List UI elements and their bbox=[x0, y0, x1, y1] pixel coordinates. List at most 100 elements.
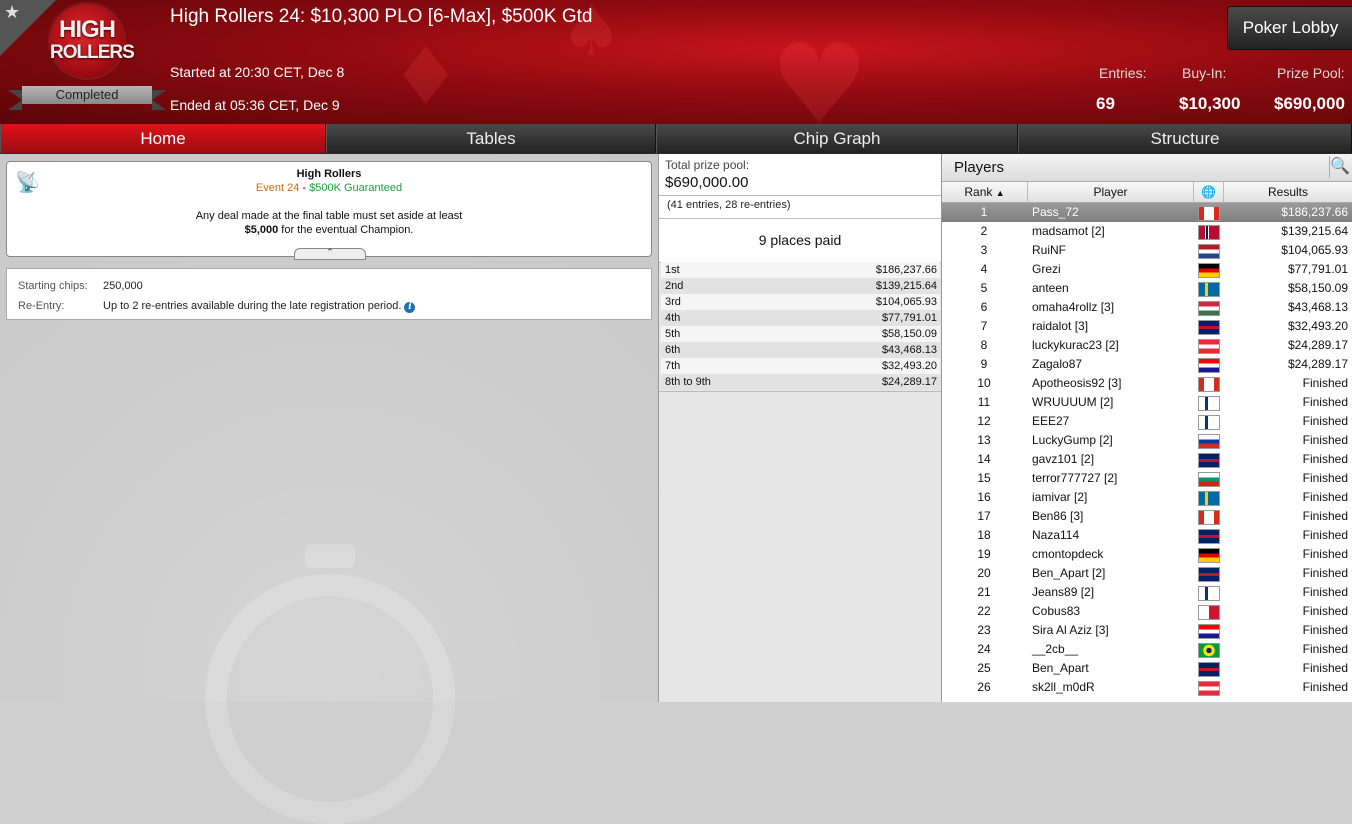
poker-lobby-button[interactable]: Poker Lobby bbox=[1227, 6, 1352, 50]
tab-structure[interactable]: Structure bbox=[1018, 124, 1352, 153]
country-flag-icon bbox=[1198, 244, 1220, 259]
home-panel: 📡 High Rollers Event 24 - $500K Guarante… bbox=[0, 154, 658, 824]
player-result: $104,065.93 bbox=[1281, 243, 1348, 257]
player-row[interactable]: 21 Jeans89 [2] Finished bbox=[942, 583, 1352, 602]
player-result: Finished bbox=[1302, 547, 1348, 561]
payout-amount: $77,791.01 bbox=[881, 312, 937, 324]
player-row[interactable]: 23 Sira Al Aziz [3] Finished bbox=[942, 621, 1352, 640]
player-row[interactable]: 10 Apotheosis92 [3] Finished bbox=[942, 374, 1352, 393]
start-time: Started at 20:30 CET, Dec 8 bbox=[170, 64, 345, 80]
player-row[interactable]: 9 Zagalo87 $24,289.17 bbox=[942, 355, 1352, 374]
chevron-up-icon: ⌃ bbox=[326, 248, 334, 258]
player-name: madsamot [2] bbox=[1032, 224, 1105, 238]
player-row[interactable]: 19 cmontopdeck Finished bbox=[942, 545, 1352, 564]
payout-amount: $32,493.20 bbox=[881, 360, 937, 372]
watermark-stopwatch bbox=[205, 574, 455, 824]
notice-text-line2: for the eventual Champion. bbox=[278, 224, 414, 236]
diamond-decoration: ♦ bbox=[390, 30, 462, 123]
player-name: Naza114 bbox=[1032, 528, 1080, 542]
country-flag-icon bbox=[1198, 263, 1220, 278]
payout-row: 7th $32,493.20 bbox=[661, 358, 940, 374]
player-row[interactable]: 24 __2cb__ Finished bbox=[942, 640, 1352, 659]
player-row[interactable]: 5 anteen $58,150.09 bbox=[942, 279, 1352, 298]
search-icon[interactable]: 🔍 bbox=[1329, 156, 1350, 178]
logo-line1: HIGH bbox=[59, 16, 116, 43]
player-result: Finished bbox=[1302, 623, 1348, 637]
buyin-value: $10,300 bbox=[1179, 94, 1241, 113]
player-result: Finished bbox=[1302, 490, 1348, 504]
player-row[interactable]: 16 iamivar [2] Finished bbox=[942, 488, 1352, 507]
player-name: Sira Al Aziz [3] bbox=[1032, 623, 1109, 637]
player-column-header[interactable]: Player bbox=[1028, 182, 1194, 202]
player-row[interactable]: 1 Pass_72 $186,237.66 bbox=[942, 203, 1352, 222]
player-name: anteen bbox=[1032, 281, 1069, 295]
player-row[interactable]: 18 Naza114 Finished bbox=[942, 526, 1352, 545]
player-rank: 14 bbox=[977, 452, 991, 466]
collapse-button[interactable]: ⌃ bbox=[294, 248, 366, 260]
player-name: sk2ll_m0dR bbox=[1032, 680, 1095, 694]
player-row[interactable]: 12 EEE27 Finished bbox=[942, 412, 1352, 431]
player-row[interactable]: 8 luckykurac23 [2] $24,289.17 bbox=[942, 336, 1352, 355]
payout-row: 3rd $104,065.93 bbox=[661, 294, 940, 310]
info-icon[interactable]: i bbox=[404, 302, 416, 313]
player-rank: 3 bbox=[980, 243, 988, 257]
buyin-label: Buy-In: bbox=[1182, 65, 1227, 81]
players-title: Players bbox=[954, 159, 1005, 176]
country-flag-icon bbox=[1198, 339, 1220, 354]
player-rank: 25 bbox=[977, 661, 991, 675]
player-row[interactable]: 25 Ben_Apart Finished bbox=[942, 659, 1352, 678]
player-row[interactable]: 7 raidalot [3] $32,493.20 bbox=[942, 317, 1352, 336]
player-row[interactable]: 14 gavz101 [2] Finished bbox=[942, 450, 1352, 469]
results-column-header[interactable]: Results bbox=[1224, 182, 1352, 202]
player-rank: 8 bbox=[980, 338, 988, 352]
player-row[interactable]: 22 Cobus83 Finished bbox=[942, 602, 1352, 621]
player-row[interactable]: 3 RuiNF $104,065.93 bbox=[942, 241, 1352, 260]
player-name: omaha4rollz [3] bbox=[1032, 300, 1115, 314]
player-row[interactable]: 6 omaha4rollz [3] $43,468.13 bbox=[942, 298, 1352, 317]
player-rank: 5 bbox=[980, 281, 988, 295]
player-name: Ben86 [3] bbox=[1032, 509, 1084, 523]
entries-text: (41 entries, 28 re-entries) bbox=[667, 199, 791, 211]
country-flag-icon bbox=[1198, 529, 1220, 544]
entries-label: Entries: bbox=[1099, 65, 1147, 81]
tab-home[interactable]: Home bbox=[0, 124, 326, 153]
notice-event-line: Event 24 - $500K Guaranteed bbox=[7, 182, 651, 194]
player-row[interactable]: 15 terror777727 [2] Finished bbox=[942, 469, 1352, 488]
player-rank: 18 bbox=[977, 528, 991, 542]
player-row[interactable]: 4 Grezi $77,791.01 bbox=[942, 260, 1352, 279]
player-row[interactable]: 17 Ben86 [3] Finished bbox=[942, 507, 1352, 526]
prizepool-value: $690,000 bbox=[1274, 94, 1345, 113]
favorite-star-button[interactable]: ★ bbox=[0, 0, 56, 56]
player-rank: 16 bbox=[977, 490, 991, 504]
player-name: cmontopdeck bbox=[1032, 547, 1104, 561]
player-row[interactable]: 2 madsamot [2] $139,215.64 bbox=[942, 222, 1352, 241]
player-row[interactable]: 20 Ben_Apart [2] Finished bbox=[942, 564, 1352, 583]
payout-amount: $58,150.09 bbox=[881, 328, 937, 340]
player-rank: 10 bbox=[977, 376, 991, 390]
player-result: Finished bbox=[1302, 509, 1348, 523]
player-name: Apotheosis92 [3] bbox=[1032, 376, 1122, 390]
total-prize-value: $690,000.00 bbox=[665, 174, 749, 191]
heart-decoration: ♥ bbox=[770, 20, 869, 124]
country-flag-icon bbox=[1198, 415, 1220, 430]
player-result: Finished bbox=[1302, 680, 1348, 694]
player-row[interactable]: 13 LuckyGump [2] Finished bbox=[942, 431, 1352, 450]
prize-panel: Total prize pool: $690,000.00 (41 entrie… bbox=[658, 154, 942, 702]
player-result: $43,468.13 bbox=[1287, 300, 1348, 314]
status-ribbon: Completed bbox=[8, 84, 166, 110]
payout-amount: $104,065.93 bbox=[875, 296, 937, 308]
player-result: Finished bbox=[1302, 395, 1348, 409]
country-flag-icon bbox=[1198, 643, 1220, 658]
player-row[interactable]: 26 sk2ll_m0dR Finished bbox=[942, 678, 1352, 697]
globe-icon[interactable]: 🌐 bbox=[1194, 182, 1224, 202]
rank-column-header[interactable]: Rank ▲ bbox=[942, 182, 1028, 202]
notice-title: High Rollers bbox=[296, 168, 362, 180]
payout-amount: $24,289.17 bbox=[881, 376, 937, 388]
tournament-notice: 📡 High Rollers Event 24 - $500K Guarante… bbox=[6, 161, 652, 260]
tab-tables[interactable]: Tables bbox=[326, 124, 656, 153]
player-row[interactable]: 11 WRUUUUM [2] Finished bbox=[942, 393, 1352, 412]
star-icon: ★ bbox=[4, 2, 21, 23]
payout-row: 1st $186,237.66 bbox=[661, 262, 940, 278]
tab-chip-graph[interactable]: Chip Graph bbox=[656, 124, 1018, 153]
player-rank: 23 bbox=[977, 623, 991, 637]
